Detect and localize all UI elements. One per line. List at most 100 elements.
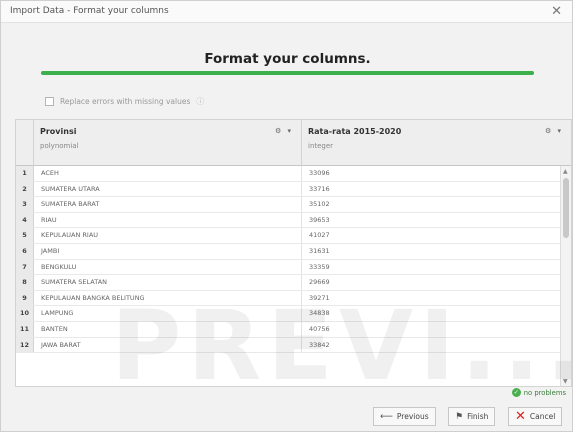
cell-provinsi: JAWA BARAT — [41, 340, 81, 349]
close-icon[interactable]: ✕ — [551, 4, 562, 19]
row-number: 2 — [16, 181, 34, 197]
cancel-button[interactable]: ✕ Cancel — [508, 407, 563, 426]
status-indicator: ✓ no problems — [511, 388, 566, 397]
table-row[interactable]: 2 SUMATERA UTARA 33716 — [16, 181, 562, 198]
column-divider — [301, 275, 302, 290]
footer: ⟵ Previous ⚑ Finish ✕ Cancel — [1, 401, 573, 432]
row-number: 12 — [16, 337, 34, 353]
column-name: Rata-rata 2015-2020 — [308, 127, 402, 136]
column-settings-icon[interactable]: ⚙ ▾ — [275, 127, 293, 135]
cell-provinsi: KEPULAUAN RIAU — [41, 231, 99, 240]
cell-value: 40756 — [309, 324, 330, 333]
finish-label: Finish — [467, 412, 489, 421]
progress-fill — [41, 71, 534, 75]
replace-errors-label: Replace errors with missing values — [60, 96, 191, 106]
cell-provinsi: BANTEN — [41, 324, 68, 333]
cell-provinsi: SUMATERA UTARA — [41, 184, 100, 193]
column-type: polynomial — [40, 142, 79, 150]
scroll-down-icon[interactable]: ▼ — [563, 378, 568, 385]
column-header-provinsi[interactable]: Provinsi polynomial ⚙ ▾ — [34, 120, 302, 166]
finish-button[interactable]: ⚑ Finish — [448, 407, 496, 426]
cell-value: 33359 — [309, 262, 330, 271]
cell-value: 34838 — [309, 309, 330, 318]
page-title: Format your columns. — [204, 51, 371, 67]
cell-value: 39271 — [309, 293, 330, 302]
column-divider — [301, 306, 302, 321]
window-title: Import Data - Format your columns — [10, 6, 169, 16]
table-row[interactable]: 12 JAWA BARAT 33842 — [16, 337, 562, 354]
column-header-rata-rata[interactable]: Rata-rata 2015-2020 integer ⚙ ▾ — [302, 120, 571, 166]
column-divider — [301, 212, 302, 228]
column-divider — [301, 290, 302, 306]
cell-provinsi: BENGKULU — [41, 262, 77, 271]
table-row[interactable]: 6 JAMBI 31631 — [16, 243, 562, 260]
table-row[interactable]: 11 BANTEN 40756 — [16, 321, 562, 338]
arrow-left-icon: ⟵ — [380, 411, 393, 422]
cell-value: 33842 — [309, 340, 330, 349]
cell-value: 35102 — [309, 200, 330, 209]
cell-value: 39653 — [309, 215, 330, 224]
import-dialog: Import Data - Format your columns ✕ Form… — [0, 0, 573, 432]
data-grid: Provinsi polynomial ⚙ ▾ Rata-rata 2015-2… — [15, 119, 572, 387]
vertical-scrollbar[interactable]: ▲ ▼ — [560, 166, 571, 386]
column-divider — [301, 321, 302, 337]
scroll-up-icon[interactable]: ▲ — [563, 168, 568, 175]
column-name: Provinsi — [40, 127, 77, 136]
status-text: no problems — [523, 388, 566, 397]
column-divider — [301, 228, 302, 243]
table-row[interactable]: 3 SUMATERA BARAT 35102 — [16, 197, 562, 213]
table-body: 1 ACEH 33096 2 SUMATERA UTARA 33716 3 SUMATERA … — [16, 166, 562, 354]
column-divider — [301, 197, 302, 212]
table-row[interactable]: 9 KEPULAUAN BANGKA BELITUNG 39271 — [16, 290, 562, 307]
scroll-thumb[interactable] — [563, 178, 569, 238]
question-icon[interactable]: ⓘ — [196, 96, 204, 107]
cell-provinsi: RIAU — [41, 215, 57, 224]
row-number: 7 — [16, 259, 34, 275]
x-icon: ✕ — [515, 409, 526, 424]
cell-value: 31631 — [309, 246, 330, 255]
rownum-header — [16, 120, 34, 166]
table-row[interactable]: 5 KEPULAUAN RIAU 41027 — [16, 228, 562, 244]
cell-provinsi: ACEH — [41, 169, 59, 177]
previous-button[interactable]: ⟵ Previous — [373, 407, 436, 426]
row-number: 5 — [16, 228, 34, 243]
cell-value: 29669 — [309, 278, 330, 287]
column-divider — [301, 243, 302, 259]
replace-errors-checkbox[interactable] — [45, 96, 54, 106]
table-row[interactable]: 7 BENGKULU 33359 — [16, 259, 562, 276]
column-divider — [301, 259, 302, 275]
table-row[interactable]: 10 LAMPUNG 34838 — [16, 306, 562, 322]
cell-value: 33716 — [309, 184, 330, 193]
previous-label: Previous — [396, 412, 429, 421]
cell-provinsi: SUMATERA SELATAN — [41, 278, 107, 287]
row-number: 3 — [16, 197, 34, 212]
cell-provinsi: SUMATERA BARAT — [41, 200, 100, 209]
progress-bar — [41, 71, 534, 75]
table-row[interactable]: 8 SUMATERA SELATAN 29669 — [16, 275, 562, 291]
column-type: integer — [308, 142, 334, 150]
title-bar: Import Data - Format your columns ✕ — [1, 1, 572, 23]
cell-provinsi: JAMBI — [41, 246, 60, 255]
row-number: 10 — [16, 306, 34, 321]
cell-value: 33096 — [309, 169, 330, 177]
column-divider — [301, 337, 302, 353]
table-row[interactable]: 4 RIAU 39653 — [16, 212, 562, 229]
cell-value: 41027 — [309, 231, 330, 240]
row-number: 11 — [16, 321, 34, 337]
column-divider — [301, 181, 302, 197]
column-divider — [301, 166, 302, 181]
cell-provinsi: LAMPUNG — [41, 309, 74, 318]
flag-icon: ⚑ — [455, 411, 464, 422]
replace-errors-option[interactable]: Replace errors with missing values ⓘ — [45, 94, 204, 108]
row-number: 6 — [16, 243, 34, 259]
table-row[interactable]: 1 ACEH 33096 — [16, 166, 562, 182]
row-number: 4 — [16, 212, 34, 228]
column-settings-icon[interactable]: ⚙ ▾ — [545, 127, 563, 135]
cancel-label: Cancel — [529, 412, 556, 421]
check-icon: ✓ — [511, 388, 521, 397]
row-number: 1 — [16, 166, 34, 181]
row-number: 8 — [16, 275, 34, 290]
row-number: 9 — [16, 290, 34, 306]
header: Format your columns. — [1, 41, 573, 71]
cell-provinsi: KEPULAUAN BANGKA BELITUNG — [41, 293, 145, 302]
